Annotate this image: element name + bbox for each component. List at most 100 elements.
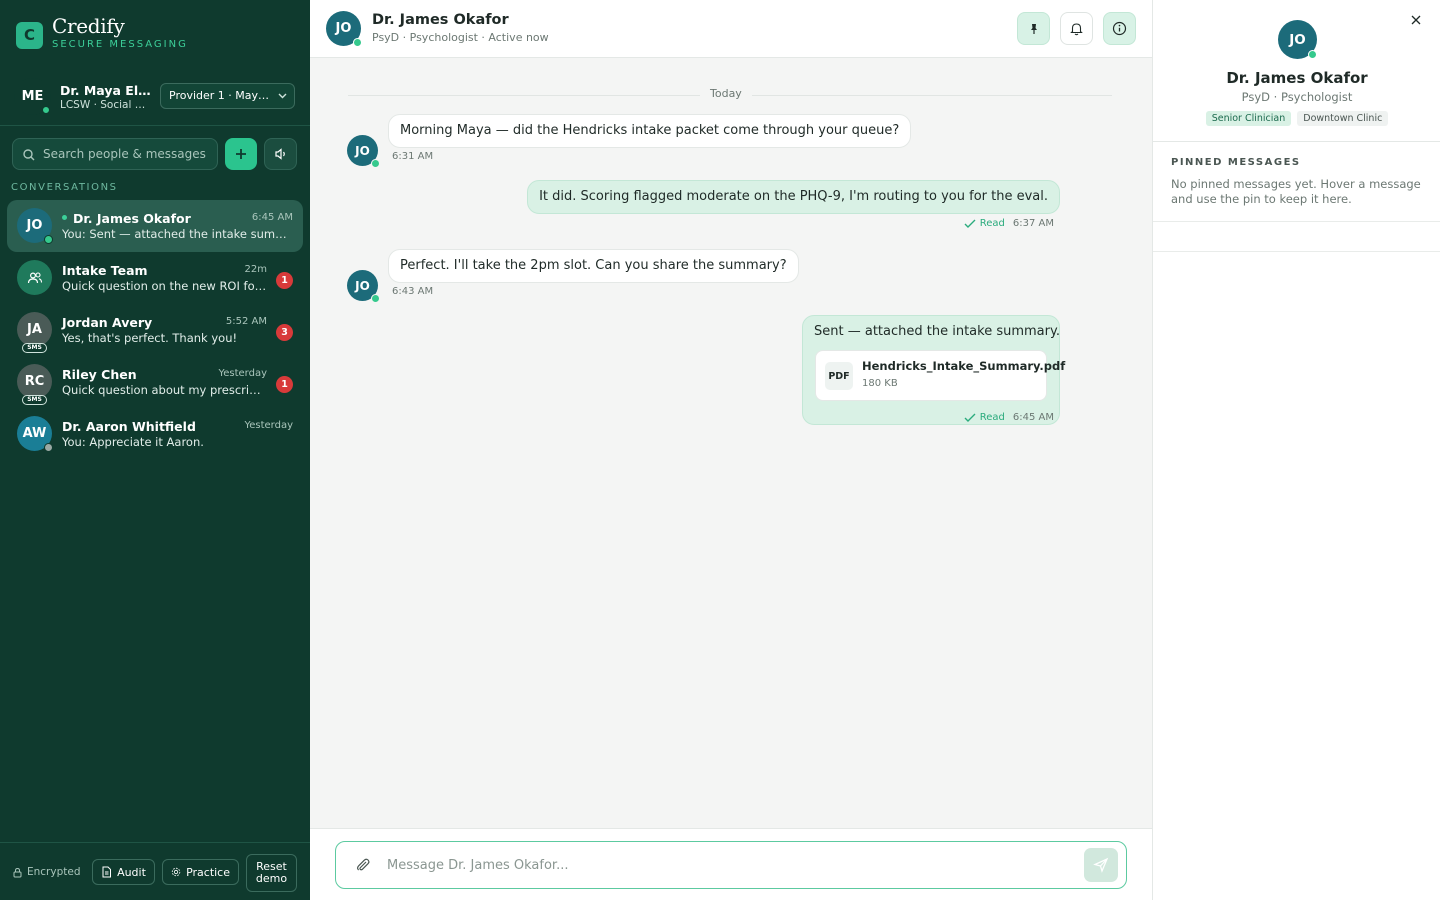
conversation-item[interactable]: JO Dr. James Okafor 6:45 AM You: Sent — …: [7, 200, 303, 252]
unread-badge: 1: [276, 376, 293, 393]
close-panel-button[interactable]: [1408, 12, 1424, 28]
sender-avatar[interactable]: JO: [347, 135, 380, 168]
pinned-messages-title: PINNED MESSAGES: [1171, 157, 1301, 168]
message-time: 6:31 AM: [392, 151, 434, 162]
conversation-item[interactable]: AW Dr. Aaron Whitfield Yesterday You: Ap…: [7, 408, 303, 460]
brand: C Credify SECURE MESSAGING: [16, 14, 188, 50]
contact-details-panel: JO Dr. James Okafor PsyD · Psychologist …: [1152, 0, 1440, 900]
user-name: Dr. Maya Elli...: [60, 83, 152, 98]
check-icon: [964, 413, 976, 422]
pdf-file-icon: PDF: [825, 362, 853, 390]
avatar: [17, 260, 52, 295]
online-indicator: [371, 294, 380, 303]
online-indicator: [42, 106, 50, 114]
new-conversation-button[interactable]: [225, 138, 257, 170]
info-button[interactable]: [1103, 12, 1136, 45]
speaker-icon: [274, 148, 285, 160]
attach-button[interactable]: [355, 857, 371, 877]
composer-area: [310, 828, 1152, 900]
message-bubble-incoming[interactable]: Perfect. I'll take the 2pm slot. Can you…: [388, 249, 799, 283]
practice-label: Practice: [186, 865, 230, 879]
conversation-name: Jordan Avery: [62, 315, 153, 330]
encrypted-status: Encrypted: [12, 866, 81, 878]
read-receipt: Read: [964, 218, 1005, 229]
practice-button[interactable]: Practice: [162, 859, 239, 885]
bell-icon: [1070, 23, 1083, 36]
conversation-preview: Quick question about my prescripti...: [62, 383, 267, 397]
paperclip-icon: [357, 858, 370, 871]
divider: [1153, 251, 1440, 252]
contact-avatar[interactable]: JO: [326, 11, 362, 47]
message-bubble-incoming[interactable]: Morning Maya — did the Hendricks intake …: [388, 114, 912, 148]
pin-icon: [1030, 23, 1037, 34]
user-role: LCSW · Social W...: [60, 99, 152, 111]
info-icon: [1112, 21, 1127, 36]
conversation-name: Intake Team: [62, 263, 148, 278]
search-input[interactable]: [43, 139, 213, 169]
search-icon: [22, 147, 36, 161]
attachment-card[interactable]: PDF Hendricks_Intake_Summary.pdf 180 KB: [815, 350, 1065, 401]
conversation-item[interactable]: JA SMS Jordan Avery 5:52 AM Yes, that's …: [7, 304, 303, 356]
read-status: Read: [979, 412, 1005, 423]
audit-button[interactable]: Audit: [92, 859, 155, 885]
provider-select[interactable]: Provider 1 · Maya El...: [160, 83, 295, 109]
sender-initials: JO: [355, 143, 370, 158]
attachment-name: Hendricks_Intake_Summary.pdf: [862, 359, 1066, 373]
online-indicator: [44, 235, 53, 244]
conversation-name: Riley Chen: [62, 367, 137, 382]
broadcast-button[interactable]: [264, 138, 297, 170]
conversation-item[interactable]: Intake Team 22m Quick question on the ne…: [7, 252, 303, 304]
contact-initials: JO: [335, 21, 352, 36]
conversation-time: Yesterday: [244, 420, 293, 431]
contact-name: Dr. James Okafor: [372, 12, 509, 28]
notifications-button[interactable]: [1060, 12, 1093, 45]
conversation-name: Dr. Aaron Whitfield: [62, 419, 196, 434]
user-avatar[interactable]: ME: [14, 78, 51, 115]
avatar-initials: JO: [26, 218, 43, 233]
details-role: PsyD · Psychologist: [1241, 90, 1353, 104]
conversation-item[interactable]: RC SMS Riley Chen Yesterday Quick questi…: [7, 356, 303, 408]
document-icon: [102, 866, 112, 878]
conversation-preview: You: Sent — attached the intake summary.: [62, 227, 294, 241]
message-input[interactable]: [387, 852, 1067, 878]
reset-demo-button[interactable]: Reset demo: [246, 854, 297, 892]
avatar-initials: RC: [24, 374, 45, 389]
conversation-preview: Quick question on the new ROI for...: [62, 279, 267, 293]
avatar-initials: JA: [27, 322, 42, 337]
conversation-time: 5:52 AM: [225, 316, 267, 327]
check-icon: [964, 219, 976, 228]
message-bubble-outgoing[interactable]: It did. Scoring flagged moderate on the …: [527, 180, 1060, 214]
current-user: ME Dr. Maya Elli... LCSW · Social W... P…: [0, 72, 310, 126]
sms-badge: SMS: [22, 343, 47, 353]
audit-label: Audit: [117, 865, 146, 879]
conversation-time: 22m: [244, 264, 267, 275]
sidebar: C Credify SECURE MESSAGING ME Dr. Maya E…: [0, 0, 310, 900]
online-indicator: [1308, 50, 1317, 59]
contact-status: PsyD · Psychologist · Active now: [372, 31, 549, 44]
details-avatar: JO: [1278, 20, 1317, 59]
close-icon: [1411, 15, 1421, 25]
sidebar-footer: Encrypted Audit Practice Reset demo: [0, 842, 310, 900]
encrypted-label: Encrypted: [27, 866, 81, 878]
unread-badge: 1: [276, 272, 293, 289]
chat-header: JO Dr. James Okafor PsyD · Psychologist …: [310, 0, 1152, 58]
sms-badge: SMS: [22, 395, 47, 405]
details-tags: Senior Clinician Downtown Clinic: [1153, 111, 1440, 126]
pin-button[interactable]: [1017, 12, 1050, 45]
send-button[interactable]: [1084, 848, 1118, 882]
message-bubble-outgoing[interactable]: Sent — attached the intake summary. PDF …: [802, 315, 1065, 425]
lock-icon: [13, 867, 22, 877]
tag-location: Downtown Clinic: [1297, 111, 1389, 126]
presence-dot: [62, 215, 67, 220]
pinned-messages-empty: No pinned messages yet. Hover a message …: [1171, 177, 1421, 206]
composer: [335, 841, 1127, 889]
sender-avatar[interactable]: JO: [347, 270, 380, 303]
divider: [1153, 141, 1440, 142]
brand-name: Credify: [52, 14, 125, 38]
conversations-label: CONVERSATIONS: [11, 182, 118, 193]
avatar: RC SMS: [17, 364, 52, 405]
message-time: 6:45 AM: [1012, 412, 1054, 423]
user-initials: ME: [21, 89, 44, 104]
conversation-preview: You: Appreciate it Aaron.: [62, 435, 204, 449]
search-box: [12, 138, 218, 170]
